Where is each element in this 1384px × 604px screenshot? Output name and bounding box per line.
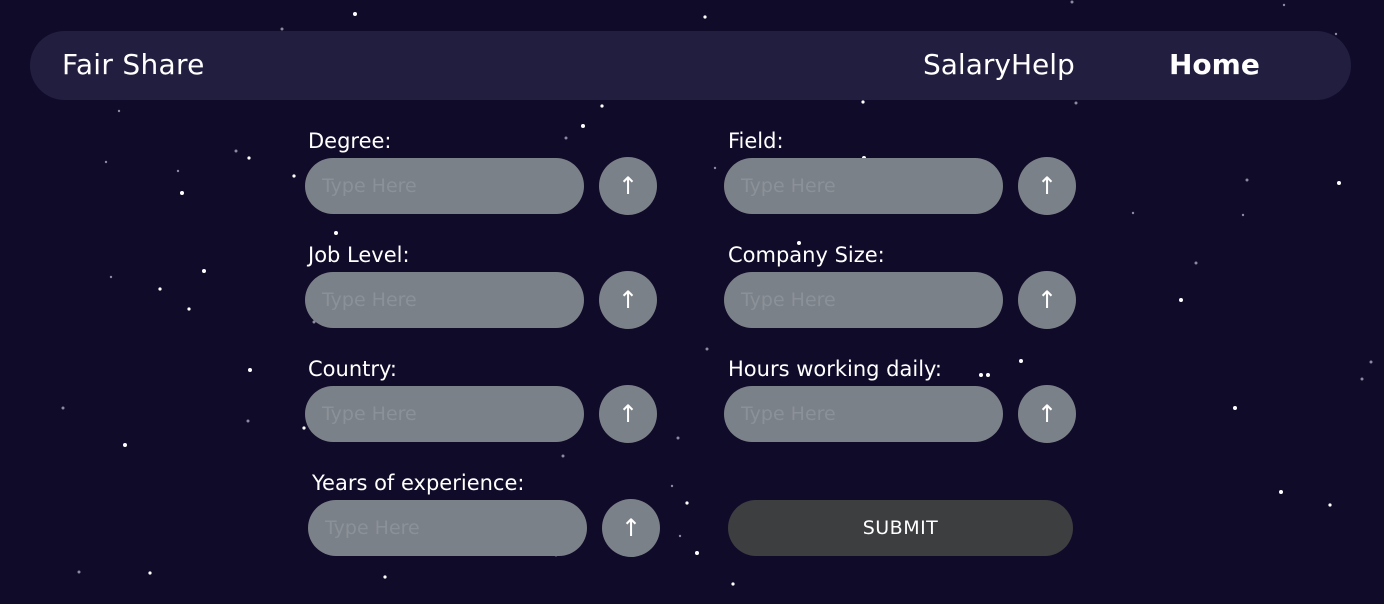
job-level-input[interactable]	[305, 272, 584, 328]
arrow-up-icon: ↑	[617, 286, 639, 314]
brand-title[interactable]: Fair Share	[62, 48, 205, 81]
experience-label: Years of experience:	[312, 471, 525, 495]
arrow-up-icon: ↑	[1036, 172, 1058, 200]
arrow-up-icon: ↑	[620, 514, 642, 542]
arrow-up-icon: ↑	[617, 172, 639, 200]
job-level-label: Job Level:	[308, 243, 410, 267]
company-size-submit-button[interactable]: ↑	[1018, 271, 1076, 329]
arrow-up-icon: ↑	[1036, 286, 1058, 314]
degree-input[interactable]	[305, 158, 584, 214]
submit-button[interactable]: SUBMIT	[728, 500, 1073, 556]
company-size-label: Company Size:	[728, 243, 885, 267]
company-size-input[interactable]	[724, 272, 1003, 328]
experience-submit-button[interactable]: ↑	[602, 499, 660, 557]
country-input[interactable]	[305, 386, 584, 442]
hours-submit-button[interactable]: ↑	[1018, 385, 1076, 443]
country-submit-button[interactable]: ↑	[599, 385, 657, 443]
hours-input[interactable]	[724, 386, 1003, 442]
arrow-up-icon: ↑	[1036, 400, 1058, 428]
nav-link-home[interactable]: Home	[1169, 48, 1260, 81]
top-navbar: Fair Share SalaryHelp Home	[30, 31, 1351, 100]
field-submit-button[interactable]: ↑	[1018, 157, 1076, 215]
degree-label: Degree:	[308, 129, 392, 153]
field-label: Field:	[728, 129, 784, 153]
country-label: Country:	[308, 357, 397, 381]
field-input[interactable]	[724, 158, 1003, 214]
hours-label: Hours working daily:	[728, 357, 943, 381]
degree-submit-button[interactable]: ↑	[599, 157, 657, 215]
job-level-submit-button[interactable]: ↑	[599, 271, 657, 329]
arrow-up-icon: ↑	[617, 400, 639, 428]
nav-link-salaryhelp[interactable]: SalaryHelp	[923, 48, 1075, 81]
experience-input[interactable]	[308, 500, 587, 556]
